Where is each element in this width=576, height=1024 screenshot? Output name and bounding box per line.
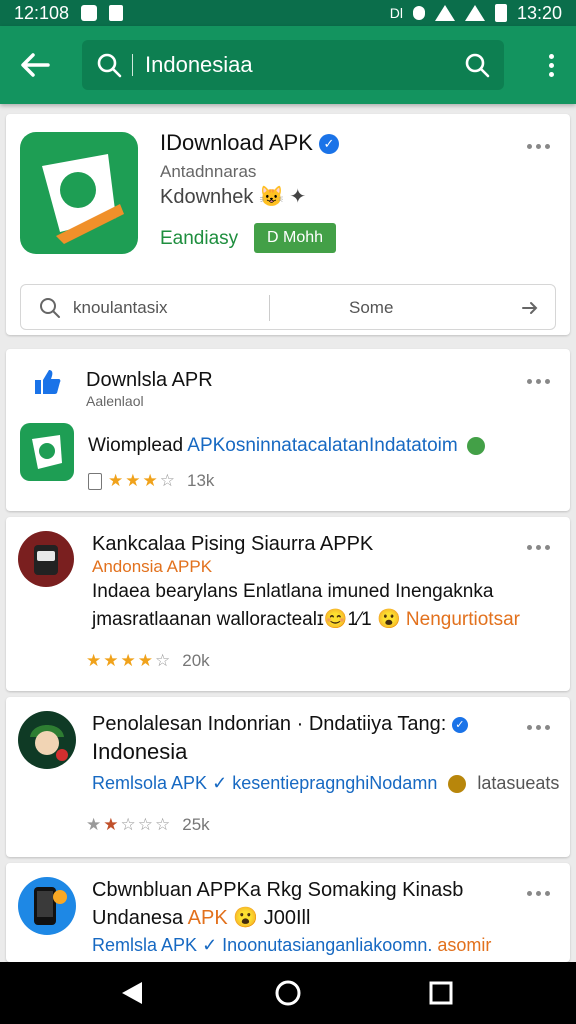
thumb-icon: ✓: [212, 773, 228, 793]
status-bar: 12:108 Dl 13:20: [0, 0, 576, 26]
install-button[interactable]: D Mohh: [254, 223, 336, 253]
result-card-1[interactable]: Downlsla APR Aalenlaol Wiomplead APKosni…: [6, 349, 570, 511]
card-3-link-line: Remlsola APK ✓ kesentiepragnghiNodamn la…: [92, 773, 560, 794]
search-divider: [132, 54, 133, 76]
status-time-right: 13:20: [516, 2, 562, 23]
card-1-rating: ★ ★ ★ ☆ 13k: [88, 471, 214, 491]
nav-home-icon[interactable]: [273, 978, 303, 1008]
star-icon: ★: [103, 815, 119, 834]
card-2-rating: ★ ★ ★ ★ ☆ 20k: [86, 651, 210, 671]
card-1-subtitle: Aalenlaol: [86, 393, 144, 409]
star-icon: ☆: [137, 815, 153, 834]
verified-icon: ✓: [451, 716, 468, 733]
rating-count: 25k: [182, 815, 210, 834]
rating-count: 20k: [182, 651, 210, 670]
star-icon: ★: [103, 651, 119, 670]
star-icon: ★: [108, 471, 124, 490]
card-2-desc1: Indaea bearylans Enlatlana imuned Inenga…: [92, 581, 494, 602]
card-3-rating: ★ ★ ☆ ☆ ☆ 25k: [86, 815, 210, 835]
search-divider: [269, 295, 270, 321]
navigation-bar: [0, 962, 576, 1024]
star-icon: ★: [137, 651, 153, 670]
apk-file-icon: [88, 472, 102, 490]
card-4-menu-icon[interactable]: [527, 891, 550, 896]
battery-icon: [494, 4, 507, 22]
star-icon: ☆: [155, 651, 171, 670]
card-4-link-line: Remlsla APK ✓ Inoonutasianganliakoomn. a…: [92, 935, 492, 955]
signal-icon: [464, 5, 485, 21]
featured-search-text: knoulantasix: [73, 298, 168, 317]
featured-line1: Antadnnaras: [160, 162, 257, 181]
star-icon: ★: [86, 651, 102, 670]
wifi-icon: [434, 5, 455, 21]
star-icon: ★: [125, 471, 141, 490]
search-icon: [40, 298, 60, 318]
card-4-title2: Undanesa APK 😮 J00Ill: [92, 907, 311, 929]
nav-recents-icon[interactable]: [428, 978, 454, 1008]
star-icon: ☆: [120, 815, 136, 834]
featured-search-bar[interactable]: knoulantasix Some: [20, 284, 556, 330]
card-4-link2[interactable]: Inoonutasianganliakoomn.: [222, 935, 432, 955]
overflow-menu-icon[interactable]: [549, 54, 554, 77]
card-2-menu-icon[interactable]: [527, 545, 550, 550]
app-logo-icon: [20, 423, 74, 481]
app-notification-icon: [109, 5, 124, 21]
thumbs-up-icon: [35, 370, 61, 394]
status-time-left: 12:108: [14, 2, 70, 23]
card-2-desc2: jmasratlaanan walloractealɪ😊1⁄1 😮 Nengur…: [92, 609, 520, 630]
star-icon: ☆: [155, 815, 171, 834]
card-3-title2: Indonesia: [92, 739, 188, 764]
star-icon: ★: [86, 815, 102, 834]
app-avatar-icon: [18, 531, 74, 587]
card-1-title: Downlsla APR: [86, 369, 213, 391]
featured-search-right[interactable]: Some: [349, 298, 393, 318]
arrow-right-icon[interactable]: [521, 299, 539, 317]
vibrate-icon: [412, 6, 425, 20]
back-arrow-icon[interactable]: [18, 50, 52, 80]
featured-title: IDownload APK ✓: [160, 130, 339, 156]
card-4-link[interactable]: Remlsla APK: [92, 935, 197, 955]
status-mid-text: Dl: [389, 5, 403, 21]
search-submit-icon[interactable]: [464, 52, 490, 78]
featured-tag: Eandiasy: [160, 228, 239, 249]
app-logo-icon: [20, 132, 138, 254]
app-avatar-icon: [18, 877, 76, 935]
verified-icon: ✓: [319, 134, 339, 155]
notification-icon: [81, 5, 98, 21]
card-3-menu-icon[interactable]: [527, 725, 550, 730]
emoji-decor: 😺 ✦: [258, 186, 307, 208]
thumb-icon: ✓: [202, 935, 218, 955]
card-1-menu-icon[interactable]: [527, 379, 550, 384]
search-box[interactable]: [82, 40, 504, 90]
featured-line2: Kdownhek 😺 ✦: [160, 186, 307, 208]
card-1-desc: Wiomplead APKosninnatacalatanIndatatoim: [88, 435, 485, 457]
featured-app-card[interactable]: IDownload APK ✓ Antadnnaras Kdownhek 😺 ✦…: [6, 114, 570, 335]
card-4-title: Cbwnbluan APPKa Rkg Somaking Kinasb: [92, 879, 464, 901]
search-input[interactable]: [145, 52, 435, 78]
star-icon: ★: [142, 471, 158, 490]
nav-back-icon[interactable]: [118, 978, 146, 1008]
green-dot-icon: [466, 436, 485, 455]
result-card-3[interactable]: Penolalesan Indonrian · Dndatiiya Tang: …: [6, 697, 570, 857]
card-3-title: Penolalesan Indonrian · Dndatiiya Tang: …: [92, 713, 468, 736]
emoji-decor: 😊1⁄1 😮: [323, 609, 401, 630]
result-card-2[interactable]: Kankcalaa Pising Siaurra APPK Andonsia A…: [6, 517, 570, 691]
rating-count: 13k: [187, 471, 215, 490]
card-3-link[interactable]: Remlsola APK: [92, 773, 207, 793]
app-avatar-icon: [18, 711, 76, 769]
featured-menu-icon[interactable]: [527, 144, 550, 149]
coin-icon: [448, 775, 467, 794]
search-icon: [97, 53, 122, 78]
star-icon: ☆: [159, 471, 175, 490]
app-bar: [0, 26, 576, 104]
card-2-title: Kankcalaa Pising Siaurra APPK: [92, 533, 374, 555]
star-icon: ★: [120, 651, 136, 670]
card-3-link2[interactable]: kesentiepragnghiNodamn: [232, 773, 437, 793]
result-card-4[interactable]: Cbwnbluan APPKa Rkg Somaking Kinasb Unda…: [6, 863, 570, 962]
card-2-subtitle: Andonsia APPK: [92, 557, 213, 576]
card-1-link[interactable]: APKosninnatacalatanIndatatoim: [187, 435, 457, 456]
